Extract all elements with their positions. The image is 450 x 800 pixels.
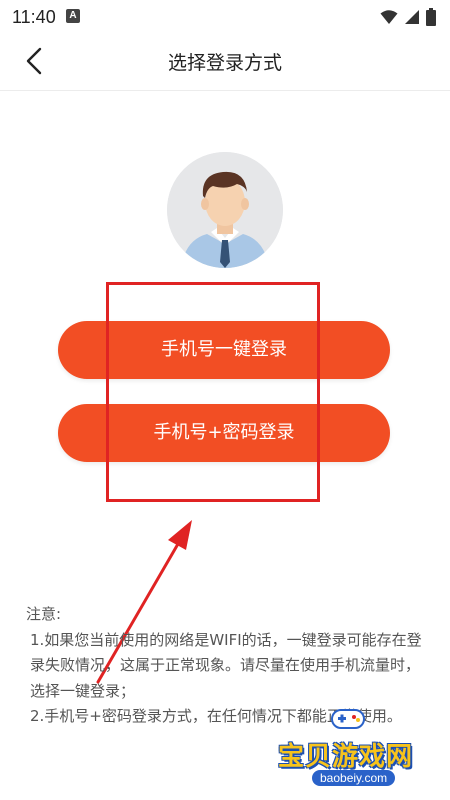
notes-line-1: 1.如果您当前使用的网络是WIFI的话，一键登录可能存在登录失败情况，这属于正常… <box>30 630 422 700</box>
notes-section: 注意: 1.如果您当前使用的网络是WIFI的话，一键登录可能存在登录失败情况，这… <box>26 602 426 730</box>
signal-icon <box>405 10 419 24</box>
notes-heading: 注意: <box>26 605 62 623</box>
onekey-login-button[interactable]: 手机号一键登录 <box>58 321 390 379</box>
status-bar: 11:40 A <box>0 0 450 34</box>
user-avatar-icon <box>167 152 283 268</box>
avatar <box>167 152 283 268</box>
notification-a-icon: A <box>66 9 80 23</box>
status-time: 11:40 <box>12 7 56 27</box>
password-login-button[interactable]: 手机号+密码登录 <box>58 404 390 462</box>
watermark-url: baobeiy.com <box>312 770 396 786</box>
notes-line-2: 2.手机号+密码登录方式，在任何情况下都能正常使用。 <box>30 707 402 725</box>
battery-icon <box>426 8 436 26</box>
wifi-icon <box>380 10 398 24</box>
highlight-box <box>106 282 320 502</box>
page-title: 选择登录方式 <box>167 52 282 74</box>
watermark-title: 宝贝游戏网 <box>278 742 414 772</box>
app-header: 选择登录方式 <box>0 34 450 91</box>
status-icons <box>380 8 436 26</box>
